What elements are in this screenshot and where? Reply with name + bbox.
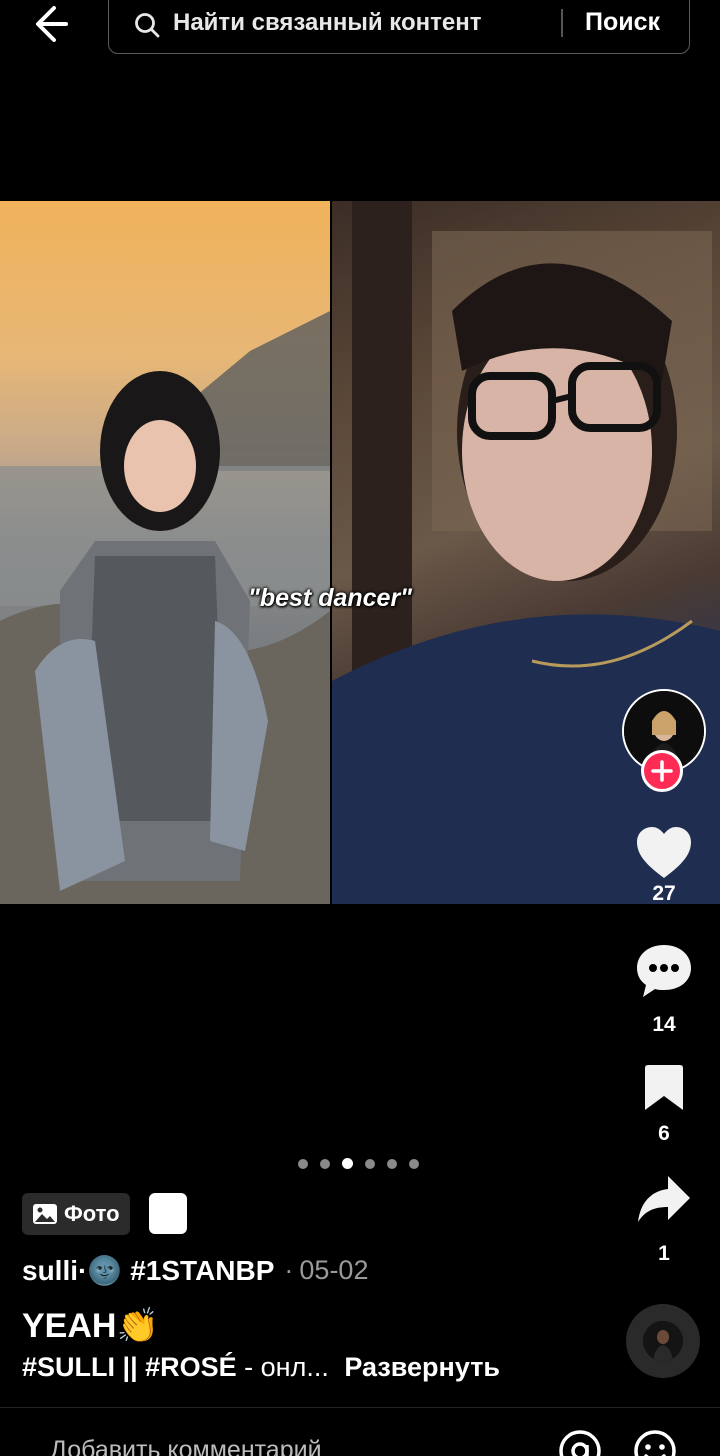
bookmark-icon [645,1065,683,1110]
post-description[interactable]: #SULLI || #ROSÉ - онл... Развернуть [22,1352,500,1383]
expand-button[interactable]: Развернуть [344,1352,500,1382]
photo-type-badge: Фото [22,1193,130,1235]
save-count: 6 [658,1122,670,1145]
carousel-dot-active [342,1158,353,1169]
carousel-dot [409,1158,419,1169]
carousel-indicator [298,1158,419,1169]
carousel-dot [365,1158,375,1169]
back-arrow-icon [36,6,68,42]
author-line[interactable]: sulli· 🌚 #1STANBP · 05-02 [22,1254,368,1287]
post-desc-rest: - онл... [244,1352,329,1382]
date-separator: · [284,1255,294,1285]
mention-icon[interactable] [557,1428,603,1456]
author-name[interactable]: sulli· [22,1255,87,1287]
post-title-emoji: 👏 [116,1307,159,1345]
post-tags[interactable]: #SULLI || #ROSÉ [22,1352,237,1382]
music-cover-image [643,1321,683,1361]
photo-badge-label: Фото [64,1201,120,1226]
sticker-thumbnail[interactable] [149,1193,187,1234]
search-input[interactable]: Найти связанный контент [173,9,481,37]
comment-action[interactable]: 14 [619,943,709,1037]
photo-caption-overlay: "best dancer" [248,584,413,612]
post-date: 05-02 [299,1255,369,1285]
music-disc[interactable] [626,1304,700,1378]
photo-left-scene [0,311,330,904]
carousel-dot [320,1158,330,1169]
search-submit-button[interactable]: Поиск [585,8,660,37]
like-count: 27 [652,882,676,905]
search-divider [561,9,563,37]
post-photo-left[interactable] [0,201,330,904]
search-icon [135,13,160,38]
author-emoji: 🌚 [87,1255,123,1286]
post-photo-right[interactable] [332,201,720,904]
comment-icon [637,945,691,997]
photo-right-scene [332,201,720,904]
carousel-dot [387,1158,397,1169]
image-icon [33,1204,57,1224]
music-cover [643,1321,683,1361]
comment-count: 14 [652,1013,676,1036]
plus-icon [651,760,673,782]
back-button[interactable] [30,2,86,46]
like-action[interactable]: 27 [619,826,709,906]
follow-button[interactable] [641,750,683,792]
share-icon [638,1176,690,1222]
post-title: YEAH👏 [22,1306,159,1346]
share-count: 1 [658,1242,670,1265]
author-tag[interactable]: #1STANBP [130,1255,274,1287]
share-action[interactable]: 1 [619,1174,709,1266]
carousel-dot [298,1158,308,1169]
comment-bar: Добавить комментарий [0,1407,720,1456]
post-title-text: YEAH [22,1307,117,1345]
search-bar[interactable]: Найти связанный контент Поиск [108,0,690,54]
emoji-icon[interactable] [632,1428,678,1456]
comment-input[interactable]: Добавить комментарий [50,1436,322,1456]
heart-icon [637,827,691,878]
save-action[interactable]: 6 [619,1064,709,1146]
